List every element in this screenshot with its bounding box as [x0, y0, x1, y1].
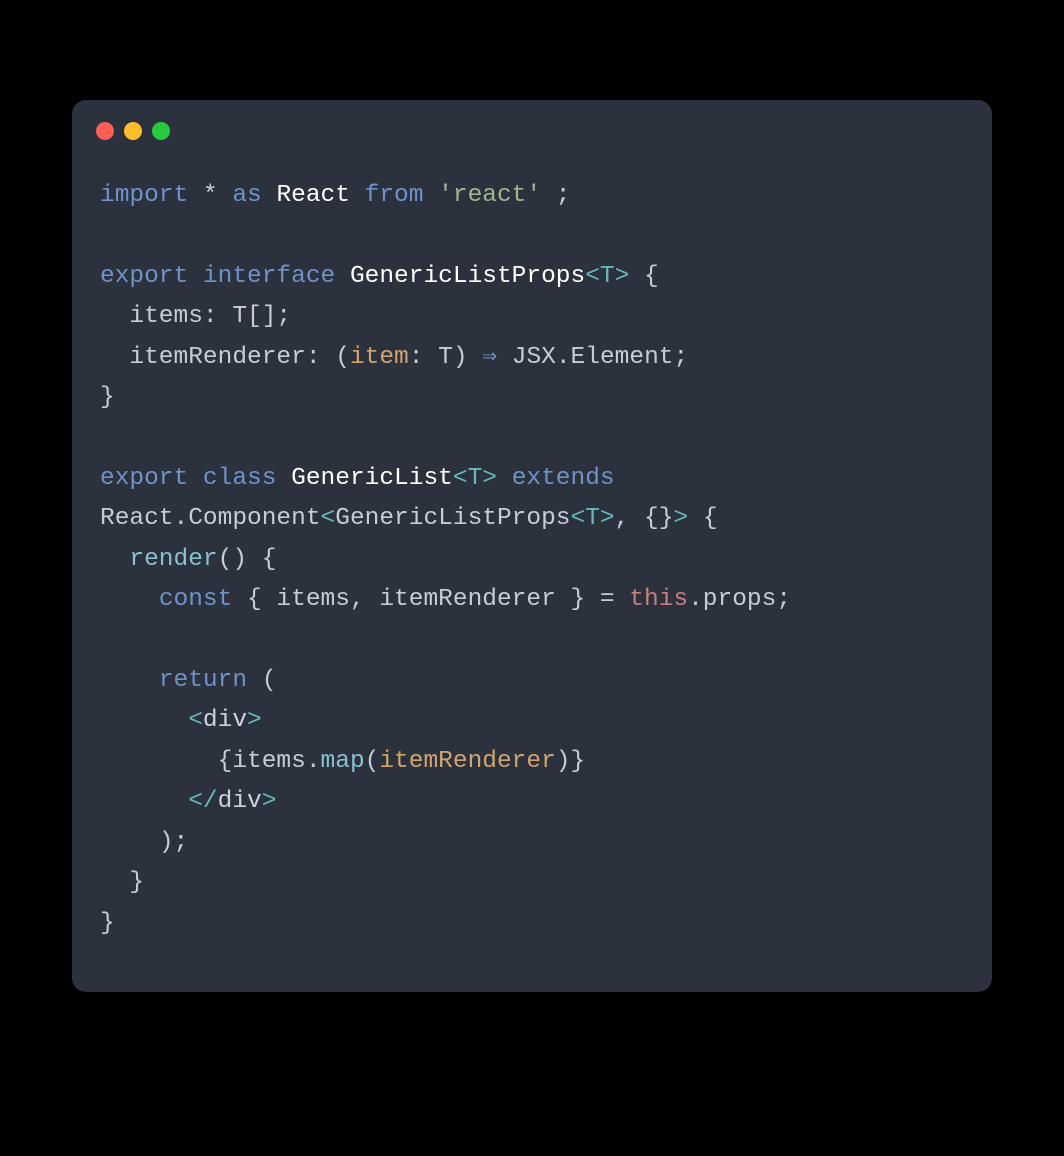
lbrace: {: [218, 748, 233, 775]
generic-t: T: [585, 505, 600, 532]
generic-gt: >: [673, 505, 688, 532]
jsx-tag-div: div: [218, 788, 262, 815]
arg-itemrenderer: itemRenderer: [379, 748, 555, 775]
dot: .: [306, 748, 321, 775]
kw-extends: extends: [512, 465, 630, 492]
indent: [100, 788, 188, 815]
generic-t: T: [600, 263, 615, 290]
rest: : T): [409, 344, 483, 371]
lparen: (: [365, 748, 380, 775]
props: .props;: [688, 586, 791, 613]
semi: ;: [556, 182, 571, 209]
close-icon[interactable]: [96, 122, 114, 140]
tail: JSX.Element;: [497, 344, 688, 371]
code-block: import * as React from 'react' ; export …: [72, 148, 992, 992]
ident-genericlistprops: GenericListProps: [350, 263, 585, 290]
jsx-gt: >: [262, 788, 277, 815]
kw-return: return: [159, 667, 247, 694]
generic-lt: <: [321, 505, 336, 532]
indent: [100, 546, 129, 573]
paren: (: [247, 667, 276, 694]
fn-map: map: [321, 748, 365, 775]
destructure: { items, itemRenderer } =: [232, 586, 629, 613]
jsx-gt: >: [247, 707, 262, 734]
indent: [100, 869, 129, 896]
jsx-lt: <: [188, 707, 203, 734]
jsx-lt: </: [188, 788, 217, 815]
paren: () {: [218, 546, 277, 573]
generic-gt2: >: [600, 505, 615, 532]
ident-react: React: [276, 182, 350, 209]
kw-import: import: [100, 182, 188, 209]
glp: GenericListProps: [335, 505, 570, 532]
ident-genericlist: GenericList: [291, 465, 453, 492]
prop-itemrenderer: itemRenderer: (: [129, 344, 350, 371]
kw-class: class: [203, 465, 277, 492]
jsx-tag-div: div: [203, 707, 247, 734]
kw-as: as: [232, 182, 261, 209]
brace: }: [129, 869, 144, 896]
titlebar: [72, 100, 992, 148]
indent: [100, 344, 129, 371]
code-window: import * as React from 'react' ; export …: [72, 100, 992, 992]
brace: {: [644, 263, 659, 290]
rparen: ): [556, 748, 571, 775]
indent: [100, 586, 159, 613]
generic-gt: >: [615, 263, 630, 290]
param-item: item: [350, 344, 409, 371]
indent: [100, 667, 159, 694]
zoom-icon[interactable]: [152, 122, 170, 140]
kw-interface: interface: [203, 263, 335, 290]
method-render: render: [129, 546, 217, 573]
prop-items: items: T[];: [129, 303, 291, 330]
rbrace: }: [571, 748, 586, 775]
generic-t: T: [468, 465, 483, 492]
indent: [100, 748, 218, 775]
react-component: React.Component: [100, 505, 321, 532]
indent: [100, 707, 188, 734]
minimize-icon[interactable]: [124, 122, 142, 140]
arrow: ⇒: [482, 344, 497, 371]
comma-empty: , {}: [615, 505, 674, 532]
brace: }: [100, 384, 115, 411]
indent: [100, 303, 129, 330]
brace: }: [100, 910, 115, 937]
kw-export: export: [100, 465, 188, 492]
generic-gt: >: [482, 465, 497, 492]
kw-this: this: [629, 586, 688, 613]
star: *: [203, 182, 218, 209]
brace: {: [688, 505, 717, 532]
generic-lt: <: [585, 263, 600, 290]
generic-lt: <: [453, 465, 468, 492]
kw-const: const: [159, 586, 233, 613]
string-react: 'react': [438, 182, 541, 209]
generic-lt2: <: [571, 505, 586, 532]
items: items: [232, 748, 306, 775]
kw-from: from: [365, 182, 424, 209]
indent: [100, 829, 159, 856]
paren: );: [159, 829, 188, 856]
kw-export: export: [100, 263, 188, 290]
